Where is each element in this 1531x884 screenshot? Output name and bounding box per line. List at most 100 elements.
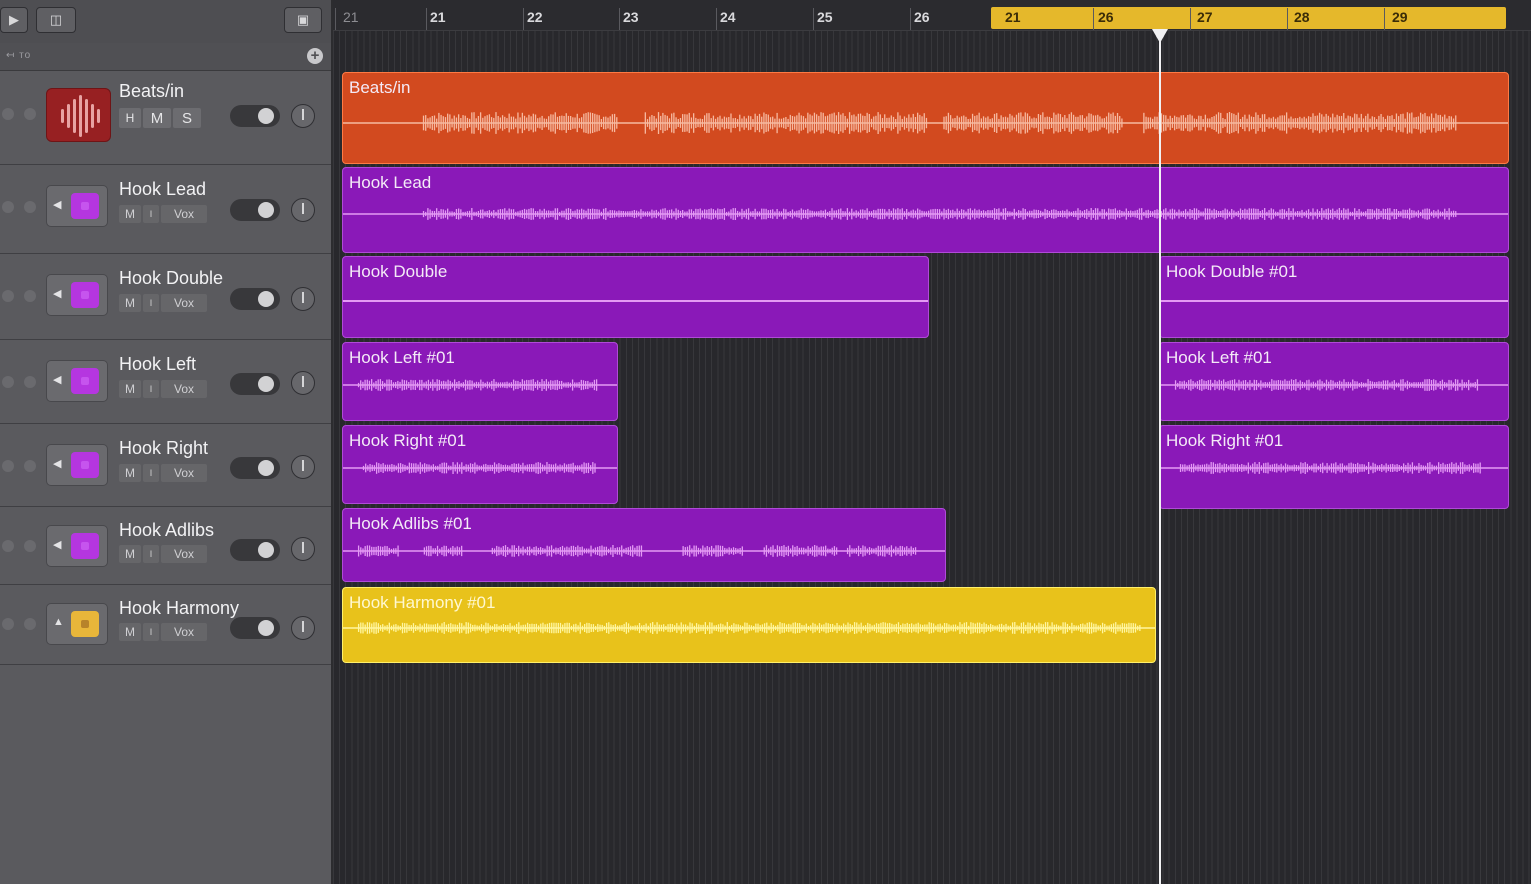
track-header-hook-adlibs[interactable]: ◀ Hook Adlibs M I Vox xyxy=(0,507,331,585)
audio-region[interactable]: Hook Left #01 xyxy=(342,342,618,421)
disclosure-arrow-icon[interactable]: ◀ xyxy=(53,287,61,300)
group-button[interactable]: Vox xyxy=(161,464,207,482)
input-monitor-button[interactable]: I xyxy=(143,545,159,563)
group-button[interactable]: Vox xyxy=(161,380,207,398)
region-waveform xyxy=(343,622,1155,634)
group-button[interactable]: Vox xyxy=(161,545,207,563)
volume-knob[interactable] xyxy=(291,198,315,222)
track-header-beats[interactable]: Beats/in H M S xyxy=(0,71,331,165)
solo-button[interactable]: S xyxy=(173,108,201,128)
mute-button[interactable]: M xyxy=(119,294,141,312)
group-button[interactable]: Vox xyxy=(161,294,207,312)
input-monitor-button[interactable]: I xyxy=(143,294,159,312)
track-status-dots xyxy=(2,290,38,304)
track-name[interactable]: Beats/in xyxy=(119,81,184,102)
input-monitor-button[interactable]: I xyxy=(143,205,159,223)
volume-knob[interactable] xyxy=(291,455,315,479)
track-on-toggle[interactable] xyxy=(230,373,280,395)
track-status-dots xyxy=(2,376,38,390)
region-name: Beats/in xyxy=(349,78,411,97)
mute-button[interactable]: M xyxy=(119,623,141,641)
arrange-area[interactable]: 21 21 22 23 24 25 26 21 26 27 28 29 Beat… xyxy=(333,0,1531,884)
bar-number: 26 xyxy=(1098,9,1114,25)
track-name[interactable]: Hook Lead xyxy=(119,179,206,200)
region-name: Hook Adlibs #01 xyxy=(349,514,472,533)
disclosure-arrow-icon[interactable]: ◀ xyxy=(53,198,61,211)
mute-button[interactable]: M xyxy=(143,108,171,128)
track-icon: ◀ xyxy=(46,360,108,402)
audio-region[interactable]: Hook Lead xyxy=(342,167,1509,253)
track-on-toggle[interactable] xyxy=(230,199,280,221)
disclosure-arrow-icon[interactable]: ◀ xyxy=(53,373,61,386)
playhead-handle[interactable] xyxy=(1152,29,1168,43)
volume-knob[interactable] xyxy=(291,287,315,311)
audio-region[interactable]: Hook Right #01 xyxy=(342,425,618,504)
mute-button[interactable]: M xyxy=(119,205,141,223)
region-name: Hook Double #01 xyxy=(1166,262,1298,281)
audio-region[interactable]: Hook Right #01 xyxy=(1159,425,1509,509)
region-name: Hook Right #01 xyxy=(1166,431,1284,450)
track-icon: ▲ xyxy=(46,603,108,645)
audio-region[interactable]: Hook Double #01 xyxy=(1159,256,1509,338)
input-monitor-button[interactable]: I xyxy=(143,380,159,398)
track-on-toggle[interactable] xyxy=(230,617,280,639)
volume-knob[interactable] xyxy=(291,371,315,395)
track-name[interactable]: Hook Harmony xyxy=(119,598,239,619)
track-name[interactable]: Hook Right xyxy=(119,438,208,459)
playhead[interactable] xyxy=(1159,36,1161,884)
audio-region[interactable]: Beats/in xyxy=(342,72,1509,164)
track-header-hook-lead[interactable]: ◀ Hook Lead M I Vox xyxy=(0,165,331,254)
hide-button[interactable]: H xyxy=(119,108,141,128)
panel-toggle-button[interactable]: ◫ xyxy=(36,7,76,33)
track-on-toggle[interactable] xyxy=(230,105,280,127)
volume-knob[interactable] xyxy=(291,104,315,128)
track-name[interactable]: Hook Double xyxy=(119,268,223,289)
audio-region[interactable]: Hook Left #01 xyxy=(1159,342,1509,421)
track-on-toggle[interactable] xyxy=(230,539,280,561)
audio-region[interactable]: Hook Harmony #01 xyxy=(342,587,1156,663)
bar-ruler[interactable]: 21 21 22 23 24 25 26 21 26 27 28 29 xyxy=(333,0,1531,31)
disclosure-arrow-icon[interactable]: ▲ xyxy=(53,616,64,628)
bar-number: 21 xyxy=(430,9,446,25)
track-icon: ◀ xyxy=(46,185,108,227)
mute-button[interactable]: M xyxy=(119,464,141,482)
window-icon: ▣ xyxy=(296,12,310,27)
track-header-hook-right[interactable]: ◀ Hook Right M I Vox xyxy=(0,424,331,507)
disclosure-arrow-icon[interactable]: ◀ xyxy=(53,457,61,470)
bar-number: 24 xyxy=(720,9,736,25)
audio-region[interactable]: Hook Double xyxy=(342,256,929,338)
audio-region[interactable]: Hook Adlibs #01 xyxy=(342,508,946,582)
bar-number: 29 xyxy=(1392,9,1408,25)
panel-icon: ◫ xyxy=(49,12,63,27)
add-track-button[interactable]: + xyxy=(307,48,323,64)
region-waveform xyxy=(343,545,945,557)
play-button[interactable]: ▶ xyxy=(0,7,28,33)
track-header-hook-left[interactable]: ◀ Hook Left M I Vox xyxy=(0,340,331,424)
cycle-range[interactable] xyxy=(991,7,1506,29)
mute-button[interactable]: M xyxy=(119,380,141,398)
track-name[interactable]: Hook Left xyxy=(119,354,196,375)
window-toggle-button[interactable]: ▣ xyxy=(284,7,322,33)
region-name: Hook Harmony #01 xyxy=(349,593,496,612)
track-icon: ◀ xyxy=(46,444,108,486)
volume-knob[interactable] xyxy=(291,537,315,561)
region-name: Hook Right #01 xyxy=(349,431,467,450)
track-header-hook-harmony[interactable]: ▲ Hook Harmony M I Vox xyxy=(0,585,331,665)
track-status-dots xyxy=(2,201,38,215)
track-on-toggle[interactable] xyxy=(230,288,280,310)
region-waveform xyxy=(343,462,617,474)
bar-number: 25 xyxy=(817,9,833,25)
track-name[interactable]: Hook Adlibs xyxy=(119,520,214,541)
volume-knob[interactable] xyxy=(291,616,315,640)
disclosure-arrow-icon[interactable]: ◀ xyxy=(53,538,61,551)
group-button[interactable]: Vox xyxy=(161,623,207,641)
bar-number: 21 xyxy=(1005,9,1021,25)
group-button[interactable]: Vox xyxy=(161,205,207,223)
mute-button[interactable]: M xyxy=(119,545,141,563)
track-on-toggle[interactable] xyxy=(230,457,280,479)
track-status-dots xyxy=(2,460,38,474)
input-monitor-button[interactable]: I xyxy=(143,464,159,482)
track-header-hook-double[interactable]: ◀ Hook Double M I Vox xyxy=(0,254,331,340)
input-monitor-button[interactable]: I xyxy=(143,623,159,641)
region-name: Hook Left #01 xyxy=(1166,348,1272,367)
